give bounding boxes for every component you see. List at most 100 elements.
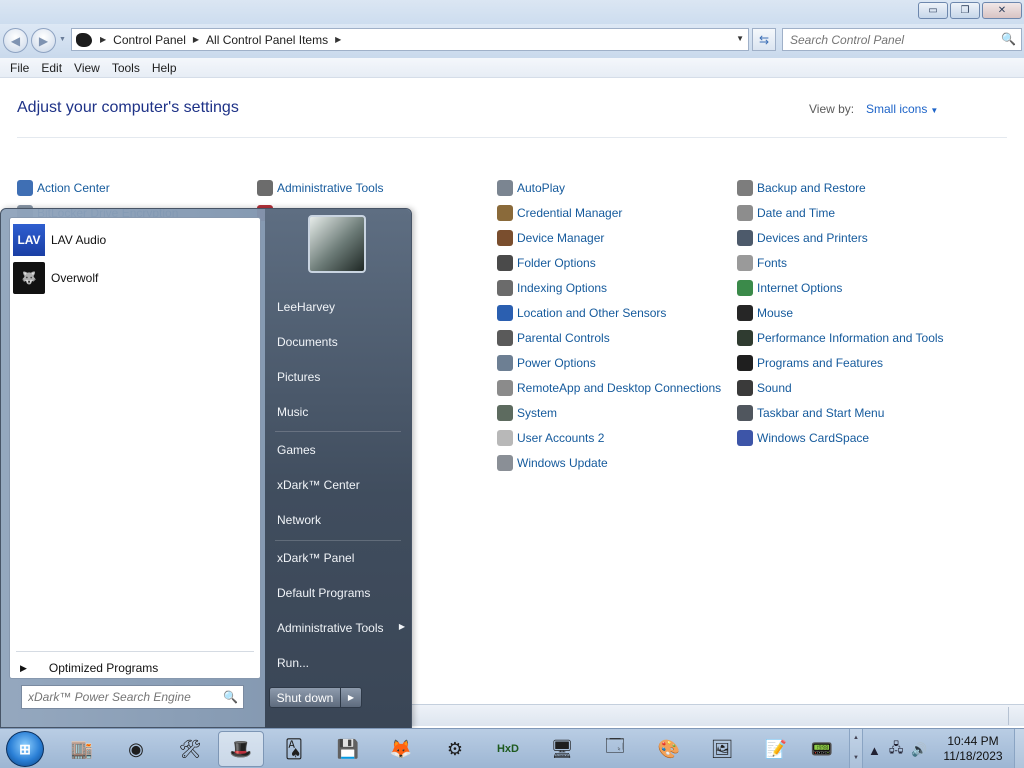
menu-view[interactable]: View	[68, 61, 106, 75]
network-icon[interactable]: 🖧	[889, 739, 904, 761]
control-panel-item[interactable]: RemoteApp and Desktop Connections	[497, 375, 721, 400]
items-column-3: AutoPlay Credential Manager Device Manager…	[497, 175, 721, 475]
control-panel-item[interactable]: Programs and Features	[737, 350, 944, 375]
control-panel-search[interactable]: 🔍	[782, 28, 1022, 51]
explorer-icon: 🗔	[605, 736, 625, 756]
shutdown-options-button[interactable]: ▶	[341, 687, 362, 708]
shutdown-button[interactable]: Shut down	[269, 687, 341, 708]
search-input[interactable]	[783, 29, 993, 50]
recent-pages-dropdown[interactable]: ▼	[59, 36, 66, 43]
start-search-input[interactable]	[22, 686, 217, 708]
control-panel-item[interactable]: Indexing Options	[497, 275, 721, 300]
close-button[interactable]: ✕	[982, 2, 1022, 19]
breadcrumb-control-panel[interactable]: Control Panel	[113, 33, 186, 47]
start-link[interactable]: LeeHarvey	[277, 300, 405, 314]
control-panel-item[interactable]: Location and Other Sensors	[497, 300, 721, 325]
control-panel-item[interactable]: Fonts	[737, 250, 944, 275]
control-panel-item[interactable]: Date and Time	[737, 200, 944, 225]
taskbar-app-tools[interactable]: 🛠	[175, 734, 205, 764]
breadcrumb[interactable]: ▶ Control Panel ▶ All Control Panel Item…	[71, 28, 749, 51]
control-panel-item[interactable]: Performance Information and Tools	[737, 325, 944, 350]
taskbar-app-explorer[interactable]: 🗔	[600, 734, 630, 764]
control-panel-item[interactable]: Device Manager	[497, 225, 721, 250]
start-link[interactable]: xDark™ Center	[277, 478, 405, 492]
control-panel-item[interactable]: Windows CardSpace	[737, 425, 944, 450]
start-link[interactable]: Music	[277, 405, 405, 419]
chrome-icon: ◉	[128, 738, 144, 759]
tray-expand-icon[interactable]: ▲	[868, 743, 881, 758]
minimize-button[interactable]: ▭	[918, 2, 948, 19]
control-panel-item[interactable]: Backup and Restore	[737, 175, 944, 200]
taskbar-app-shop[interactable]: 🏬	[67, 734, 97, 764]
show-desktop-button[interactable]	[1014, 729, 1024, 768]
taskbar-app-terminal[interactable]: 📟	[807, 734, 837, 764]
control-panel-item[interactable]: Administrative Tools	[257, 175, 384, 200]
back-button[interactable]: ◀	[3, 28, 28, 53]
forward-button[interactable]: ▶	[31, 28, 56, 53]
taskbar-app-cards[interactable]: 🂡	[279, 734, 309, 764]
user-avatar[interactable]	[308, 215, 366, 273]
taskbar-app-hxd[interactable]: HxD	[493, 734, 523, 764]
taskbar-app-settings[interactable]: ⚙	[440, 734, 470, 764]
address-dropdown-icon[interactable]: ▼	[736, 34, 744, 43]
start-link[interactable]: Run...	[277, 656, 405, 670]
breadcrumb-separator-icon[interactable]: ▶	[193, 35, 199, 44]
search-icon[interactable]: 🔍	[223, 690, 238, 704]
control-panel-item[interactable]: User Accounts 2	[497, 425, 721, 450]
breadcrumb-separator-icon[interactable]: ▶	[100, 35, 106, 44]
breadcrumb-all-items[interactable]: All Control Panel Items	[206, 33, 328, 47]
view-by-dropdown[interactable]: Small icons ▼	[866, 102, 938, 116]
control-panel-item-label: RemoteApp and Desktop Connections	[517, 380, 722, 395]
start-program-lav-audio[interactable]: LAV LAV Audio	[13, 222, 257, 258]
start-link[interactable]: Pictures	[277, 370, 405, 384]
start-link[interactable]: xDark™ Panel	[277, 551, 405, 565]
taskbar-app-paint[interactable]: 🎨	[654, 734, 684, 764]
taskbar-app-floppy[interactable]: 💾	[333, 734, 363, 764]
start-search-box[interactable]: 🔍	[21, 685, 244, 709]
taskbar-app-firefox[interactable]: 🦊	[386, 734, 416, 764]
remoteapp-icon	[497, 379, 513, 396]
clock[interactable]: 10:44 PM 11/18/2023	[936, 734, 1010, 764]
control-panel-item[interactable]: Parental Controls	[497, 325, 721, 350]
taskbar-app-notes[interactable]: 📝	[761, 734, 791, 764]
start-link[interactable]: Default Programs	[277, 586, 405, 600]
scroll-down-icon[interactable]: ▼	[853, 755, 859, 761]
control-panel-item[interactable]: Internet Options	[737, 275, 944, 300]
control-panel-item[interactable]: Power Options	[497, 350, 721, 375]
start-program-overwolf[interactable]: 🐺 Overwolf	[13, 260, 257, 296]
breadcrumb-separator-icon[interactable]: ▶	[335, 35, 341, 44]
control-panel-item[interactable]: AutoPlay	[497, 175, 721, 200]
taskbar-scroll[interactable]: ▲ ▼	[849, 729, 863, 768]
control-panel-item-label: Performance Information and Tools	[757, 330, 944, 345]
start-link[interactable]: Administrative Tools ▶	[277, 621, 405, 635]
taskbar-app-chrome[interactable]: ◉	[121, 734, 151, 764]
start-link[interactable]: Network	[277, 513, 405, 527]
menu-file[interactable]: File	[4, 61, 35, 75]
control-panel-item[interactable]: Devices and Printers	[737, 225, 944, 250]
control-panel-item[interactable]: Mouse	[737, 300, 944, 325]
control-panel-item[interactable]: Windows Update	[497, 450, 721, 475]
taskbar-app-photos[interactable]: 🖼	[707, 734, 737, 764]
taskbar-app-control-panel[interactable]: 🎩	[218, 731, 264, 767]
maximize-button[interactable]: ❐	[950, 2, 980, 19]
volume-icon[interactable]: 🔊	[911, 742, 927, 758]
all-programs-button[interactable]: ▶ Optimized Programs	[20, 661, 158, 675]
refresh-button[interactable]: ⇆	[752, 28, 776, 51]
menu-edit[interactable]: Edit	[35, 61, 68, 75]
start-link[interactable]: Documents	[277, 335, 405, 349]
control-panel-item[interactable]: System	[497, 400, 721, 425]
start-link[interactable]: Games	[277, 443, 405, 457]
menu-tools[interactable]: Tools	[106, 61, 146, 75]
control-panel-item[interactable]: Taskbar and Start Menu	[737, 400, 944, 425]
control-panel-item[interactable]: Folder Options	[497, 250, 721, 275]
search-icon[interactable]: 🔍	[1001, 32, 1016, 46]
start-button[interactable]: ⊞	[6, 731, 44, 767]
scroll-up-icon[interactable]: ▲	[853, 735, 859, 741]
resize-grip[interactable]	[1008, 707, 1020, 725]
control-panel-item[interactable]: Sound	[737, 375, 944, 400]
control-panel-item[interactable]: Action Center	[17, 175, 178, 200]
photos-icon: 🖼	[710, 738, 734, 759]
menu-help[interactable]: Help	[146, 61, 183, 75]
control-panel-item[interactable]: Credential Manager	[497, 200, 721, 225]
taskbar-app-remote[interactable]: 🖥	[547, 734, 577, 764]
